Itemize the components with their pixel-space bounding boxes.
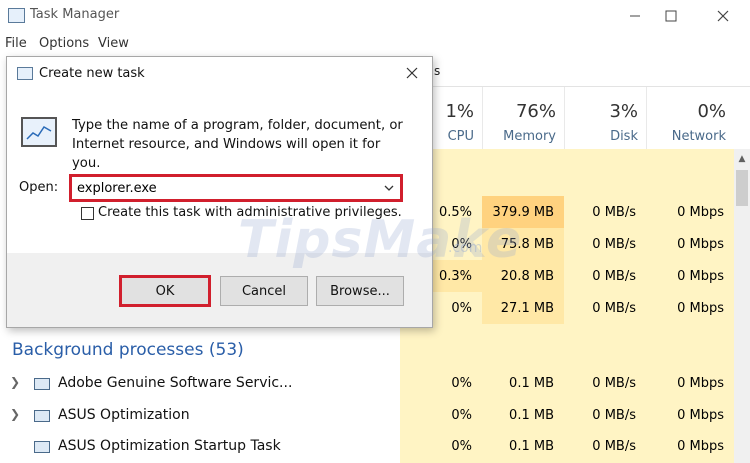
bg-row-2-cpu: 0% bbox=[451, 407, 472, 423]
tab-details-fragment[interactable]: s bbox=[434, 64, 440, 78]
bg-row-3-disk: 0 MB/s bbox=[592, 438, 636, 454]
open-input[interactable] bbox=[77, 177, 377, 199]
network-total-percent: 0% bbox=[697, 101, 726, 122]
chevron-right-icon[interactable]: ❯ bbox=[10, 407, 20, 421]
bg-row-3-cpu: 0% bbox=[451, 438, 472, 454]
process-name[interactable]: ASUS Optimization bbox=[58, 407, 190, 423]
menu-view[interactable]: View bbox=[98, 36, 129, 51]
ok-button[interactable]: OK bbox=[119, 275, 211, 307]
watermark-suffix: .com bbox=[448, 240, 483, 256]
disk-column-label: Disk bbox=[610, 129, 638, 144]
scroll-up-arrow-icon[interactable]: ▲ bbox=[734, 150, 750, 168]
dialog-close-button[interactable] bbox=[399, 61, 425, 85]
process-name[interactable]: ASUS Optimization Startup Task bbox=[58, 438, 281, 454]
cpu-column-label: CPU bbox=[447, 129, 474, 144]
menu-file[interactable]: File bbox=[5, 36, 27, 51]
cpu-total-percent: 1% bbox=[445, 101, 474, 122]
bg-row-2-network: 0 Mbps bbox=[677, 407, 724, 423]
row-1-network: 0 Mbps bbox=[646, 196, 734, 228]
bg-row-1-memory: 0.1 MB bbox=[509, 375, 554, 391]
task-manager-app-icon bbox=[17, 67, 33, 80]
create-new-task-dialog: Create new task Type the name of a progr… bbox=[6, 56, 433, 328]
row-3-network: 0 Mbps bbox=[646, 260, 734, 292]
row-3-disk: 0 MB/s bbox=[564, 260, 646, 292]
bg-row-1-network: 0 Mbps bbox=[677, 375, 724, 391]
memory-total-percent: 76% bbox=[515, 101, 556, 122]
dialog-description: Type the name of a program, folder, docu… bbox=[72, 118, 403, 171]
process-name[interactable]: Adobe Genuine Software Servic... bbox=[58, 375, 292, 391]
browse-button[interactable]: Browse... bbox=[316, 276, 404, 306]
row-4-network: 0 Mbps bbox=[646, 292, 734, 324]
open-combobox[interactable] bbox=[69, 174, 403, 202]
bg-row-1-disk: 0 MB/s bbox=[592, 375, 636, 391]
menu-options[interactable]: Options bbox=[39, 36, 89, 51]
column-header-memory[interactable]: 76% Memory bbox=[482, 87, 564, 149]
bg-row-2-disk: 0 MB/s bbox=[592, 407, 636, 423]
column-header-network[interactable]: 0% Network bbox=[646, 87, 734, 149]
run-program-icon bbox=[21, 117, 57, 147]
tab-strip bbox=[432, 56, 750, 87]
row-2-disk: 0 MB/s bbox=[564, 228, 646, 260]
process-window-icon bbox=[34, 410, 50, 422]
network-column-label: Network bbox=[671, 129, 726, 144]
window-title: Task Manager bbox=[30, 7, 120, 22]
chevron-down-icon[interactable] bbox=[382, 180, 396, 196]
dialog-title: Create new task bbox=[39, 66, 145, 81]
disk-total-percent: 3% bbox=[609, 101, 638, 122]
process-window-icon bbox=[34, 378, 50, 390]
minimize-icon bbox=[630, 15, 640, 17]
process-window-icon bbox=[34, 441, 50, 453]
row-2-network: 0 Mbps bbox=[646, 228, 734, 260]
chart-monitor-icon bbox=[26, 126, 52, 140]
row-4-disk: 0 MB/s bbox=[564, 292, 646, 324]
open-label: Open: bbox=[19, 180, 59, 195]
close-icon bbox=[717, 10, 729, 22]
row-4-memory: 27.1 MB bbox=[482, 292, 564, 324]
background-processes-heading[interactable]: Background processes (53) bbox=[12, 340, 244, 360]
bg-row-3-memory: 0.1 MB bbox=[509, 438, 554, 454]
row-1-disk: 0 MB/s bbox=[564, 196, 646, 228]
admin-privileges-checkbox[interactable] bbox=[81, 207, 94, 220]
task-manager-app-icon bbox=[8, 8, 25, 23]
column-header-disk[interactable]: 3% Disk bbox=[564, 87, 646, 149]
maximize-icon bbox=[665, 10, 677, 22]
memory-column-label: Memory bbox=[503, 129, 556, 144]
maximize-button[interactable] bbox=[648, 2, 694, 30]
bg-row-3-network: 0 Mbps bbox=[677, 438, 724, 454]
close-icon bbox=[406, 67, 418, 79]
bg-row-1-cpu: 0% bbox=[451, 375, 472, 391]
bg-row-2-memory: 0.1 MB bbox=[509, 407, 554, 423]
scrollbar-thumb[interactable] bbox=[736, 170, 748, 206]
chevron-right-icon[interactable]: ❯ bbox=[10, 375, 20, 389]
cancel-button[interactable]: Cancel bbox=[220, 276, 308, 306]
close-window-button[interactable] bbox=[700, 2, 746, 30]
